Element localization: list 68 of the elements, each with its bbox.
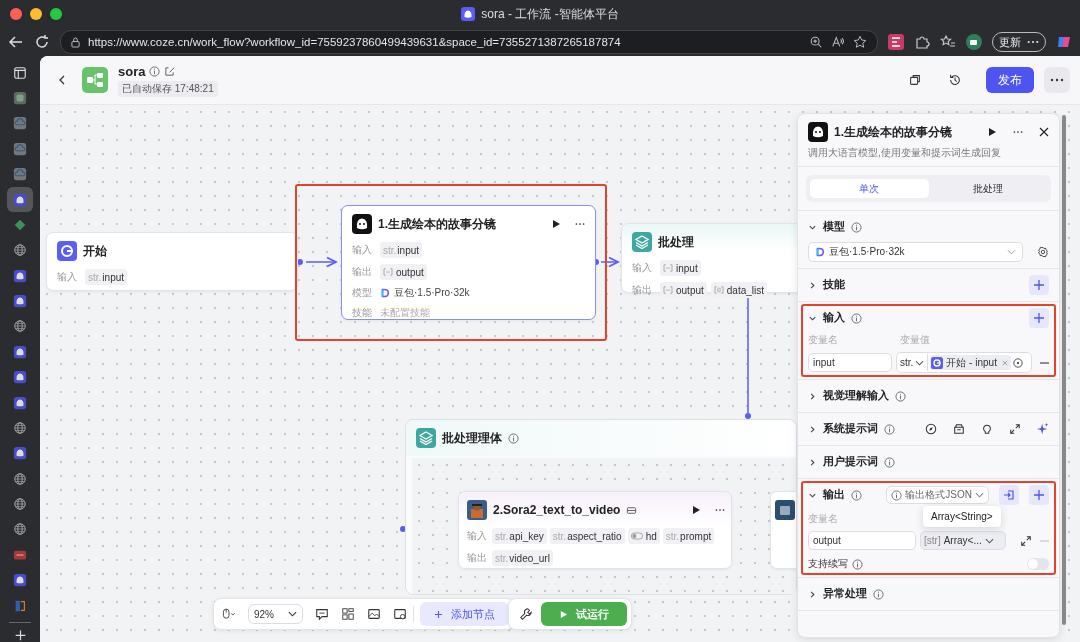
mode-tab[interactable]: 单次 [810,179,929,198]
port-name: aspect_ratio [567,530,622,542]
type-label: str. [665,530,680,542]
variable-name-field[interactable]: input [808,353,892,372]
section-title: 视觉理解输入 [823,389,889,403]
column-header: 变量值 [900,333,930,347]
type-label: [str] [924,535,941,546]
row-label: 输入 [352,243,373,257]
panel-description: 调用大语言模型,使用变量和提示词生成回复 [798,144,1059,167]
port-name: input [676,262,698,274]
type-label: str. [495,552,509,564]
row-label: 输入 [57,270,78,284]
port-name: output [676,284,704,296]
row-label: 输出 [352,265,373,279]
type-dropdown[interactable]: [str] Array<... [920,531,1006,550]
port-name: output [396,266,424,278]
type-label: str. [552,530,567,542]
add-node-button[interactable]: 添加节点 [420,602,509,626]
section-title: 异常处理 [823,587,867,601]
node-title: 开始 [83,242,107,260]
workflow-name: sora [118,63,146,79]
port-name: video_url [509,552,550,564]
model-name: 豆包·1.5·Pro·32k [394,286,470,300]
port-name: hd [645,530,657,542]
column-header: 变量名 [808,512,838,526]
reference-label: 开始 - input [946,355,997,370]
panel-title: 1.生成绘本的故事分镜 [834,123,952,141]
row-label: 输入 [632,261,653,275]
row-label: 输出 [467,551,488,565]
section-title: 系统提示词 [823,422,878,436]
node-title: 批处理 [658,233,694,251]
column-header: 变量名 [808,333,839,347]
port-name: prompt [680,530,712,542]
section-title: 用户提示词 [823,455,878,469]
node-title: 1.生成绘本的故事分镜 [378,215,496,233]
reference-tag[interactable]: 开始 - input [930,355,1011,370]
type-label: str. [495,530,509,542]
section-title: 输出 [823,488,845,502]
port-name: input [102,271,125,283]
window-title: sora - 工作流 -智能体平台 [481,5,619,23]
row-label: 模型 [352,286,373,300]
publish-button[interactable]: 发布 [986,67,1034,93]
plugin-node[interactable]: 2.Sora2_text_to_video 输入 str.api_key str.aspect_ratio hd str.prompt 输出 str.video_url [458,491,732,569]
zoom-dropdown[interactable]: 92% [248,604,303,624]
model-dropdown[interactable]: 豆包·1.5·Pro·32k [808,242,1023,262]
node-title: 批处理理体 [442,429,502,447]
type-label: str. [383,244,397,256]
option-label: 支持续写 [808,557,848,571]
port-name: data_list [726,284,765,296]
type-value: Array<... [943,535,982,546]
empty-note: 未配置技能 [380,306,430,320]
row-label: 输入 [467,529,488,543]
mode-tab[interactable]: 批处理 [928,179,1047,198]
row-label: 技能 [352,306,373,320]
start-node[interactable]: 开始 输入 str.input [46,232,298,291]
section-title: 输入 [823,311,845,325]
url-text: https://www.coze.cn/work_flow?workflow_id=7559237860499439631&space_id=7355271387265187874 [88,36,621,48]
address-field[interactable]: https://www.coze.cn/work_flow?workflow_id=7559237860499439631&space_id=7355271387265187874 [60,30,878,54]
type-label: str. [88,271,102,283]
type-dropdown[interactable]: str. [897,354,929,371]
port-name: api_key [509,530,544,542]
llm-node[interactable]: 1.生成绘本的故事分镜 输入 str.input 输出 output 模型 豆包·1.5·Pro·32k 技能 未配置技能 [341,205,596,320]
output-format-dropdown[interactable]: 输出格式JSON [886,486,989,504]
node-title: 2.Sora2_text_to_video [493,503,621,517]
variable-name-field[interactable]: output [808,531,916,550]
port-name: input [397,244,420,256]
type-tooltip: Array<String> [923,506,1001,527]
autosave-badge: 已自动保存 17:48:21 [118,80,218,97]
